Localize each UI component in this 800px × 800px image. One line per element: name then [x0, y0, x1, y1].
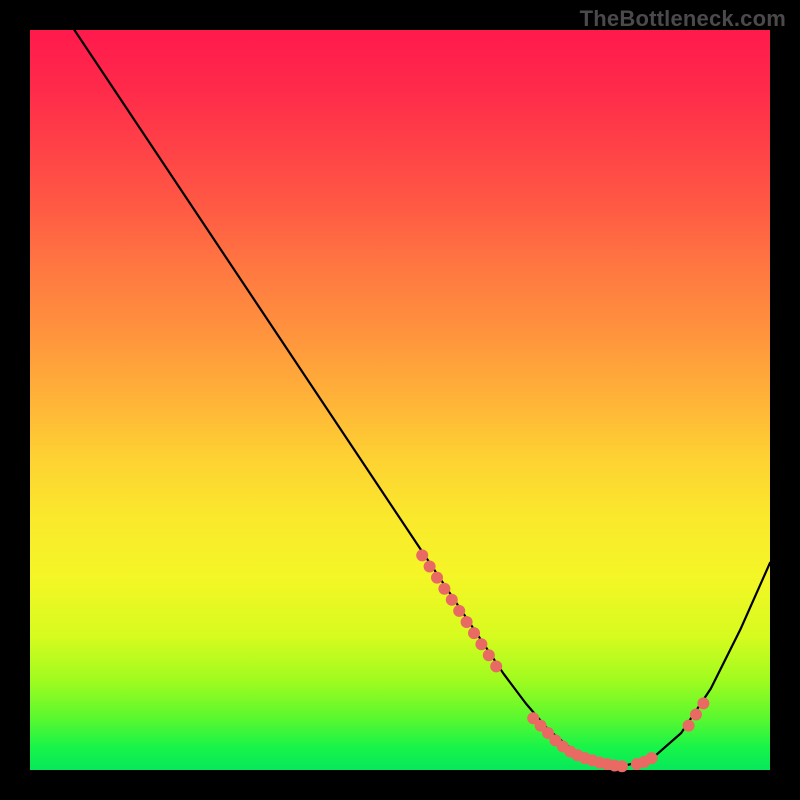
data-point	[416, 549, 428, 561]
data-point	[431, 572, 443, 584]
data-point	[690, 709, 702, 721]
data-point	[453, 605, 465, 617]
data-point	[446, 594, 458, 606]
plot-area	[30, 30, 770, 770]
data-point	[697, 697, 709, 709]
data-point	[616, 760, 628, 772]
bottleneck-curve	[74, 30, 770, 766]
data-point	[468, 627, 480, 639]
data-point	[438, 583, 450, 595]
data-point	[483, 649, 495, 661]
data-point	[475, 638, 487, 650]
data-points	[416, 549, 709, 772]
chart-frame: TheBottleneck.com	[0, 0, 800, 800]
plot-svg	[30, 30, 770, 770]
data-point	[424, 561, 436, 573]
data-point	[646, 752, 658, 764]
data-point	[490, 660, 502, 672]
data-point	[683, 720, 695, 732]
data-point	[461, 616, 473, 628]
watermark-text: TheBottleneck.com	[580, 6, 786, 32]
